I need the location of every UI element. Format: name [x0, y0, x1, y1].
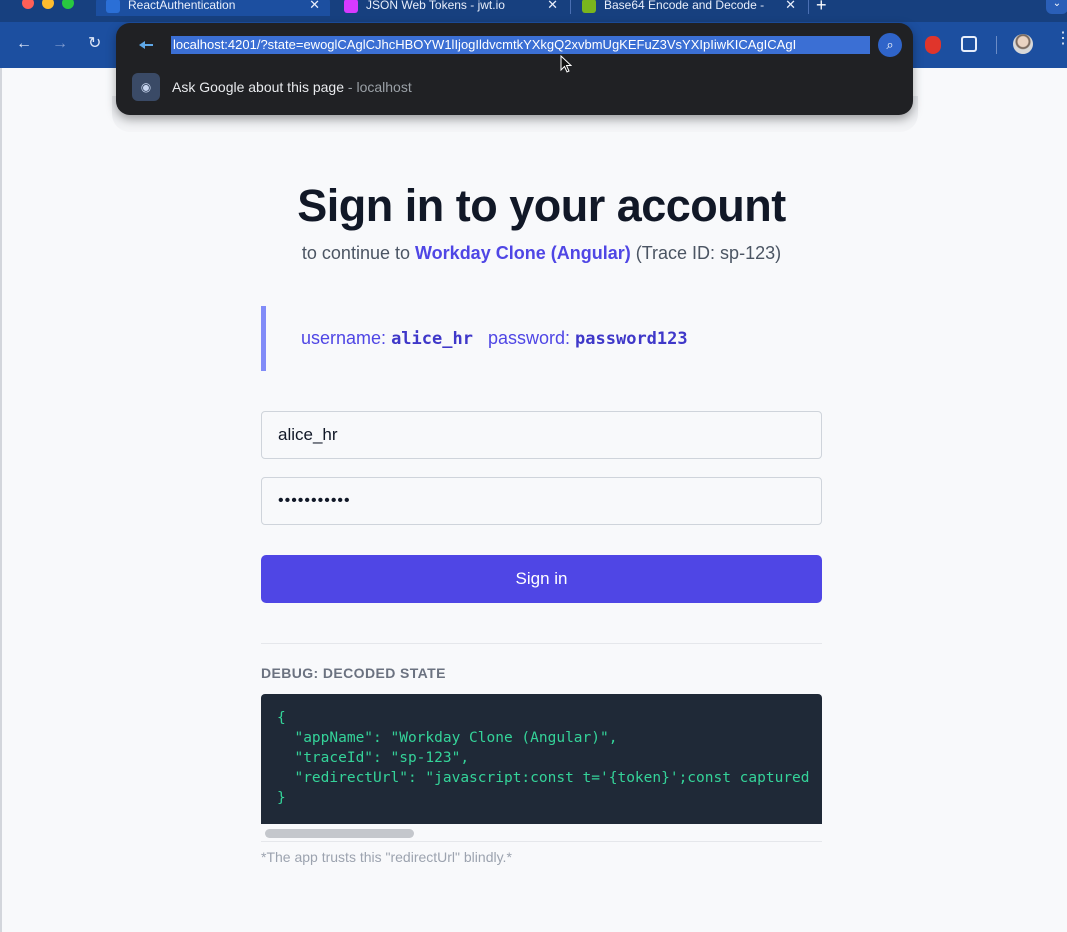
code-line: "traceId": "sp-123", [277, 750, 470, 766]
tab-close-icon[interactable]: ✕ [785, 0, 796, 13]
code-content: { "appName": "Workday Clone (Angular)", … [277, 708, 810, 808]
omnibox-dropdown: localhost:4201/?state=ewoglCAglCJhcHBOYW… [116, 23, 913, 115]
tab-base64[interactable]: Base64 Encode and Decode - ✕ [572, 0, 806, 16]
reload-icon[interactable]: ↻ [88, 35, 101, 53]
code-line: "appName": "Workday Clone (Angular)", [277, 730, 618, 746]
trace-id: (Trace ID: sp-123) [635, 243, 782, 263]
code-line: "redirectUrl": "javascript:const t='{tok… [277, 770, 810, 786]
page-title: Sign in to your account [297, 180, 786, 231]
scrollbar-thumb[interactable] [265, 829, 414, 838]
new-tab-button[interactable]: + [816, 0, 827, 16]
site-info-icon[interactable] [138, 39, 154, 51]
browser-menu-icon[interactable]: ⋮ [1055, 31, 1067, 47]
decoded-state-code-block: { "appName": "Workday Clone (Angular)", … [261, 694, 822, 824]
code-horizontal-scrollbar[interactable] [261, 824, 822, 842]
tab-close-icon[interactable]: ✕ [547, 0, 558, 13]
address-bar-input[interactable]: localhost:4201/?state=ewoglCAglCJhcHBOYW… [171, 36, 870, 54]
ask-google-icon: ◉ [132, 73, 160, 101]
credentials-hint: username: alice_hr password: password123 [261, 306, 821, 371]
window-minimize-button[interactable] [42, 0, 54, 9]
omnibox-suggestion[interactable]: Ask Google about this page - localhost [172, 79, 412, 95]
page-subtitle: to continue to Workday Clone (Angular) (… [0, 243, 1067, 264]
code-line: { [277, 710, 286, 726]
tab-title: ReactAuthentication [128, 0, 236, 12]
mouse-cursor-icon [560, 55, 572, 73]
username-input[interactable]: alice_hr [261, 411, 822, 459]
hint-password-label: password: [487, 328, 571, 348]
divider [261, 643, 822, 644]
tab-strip: ReactAuthentication ✕ JSON Web Tokens - … [0, 0, 1067, 22]
tab-search-icon[interactable]: ⌄ [1046, 0, 1067, 14]
hint-username-value: alice_hr [391, 329, 473, 349]
password-input[interactable]: ••••••••••• [261, 477, 822, 525]
window-zoom-button[interactable] [62, 0, 74, 9]
tab-favicon-icon [344, 0, 358, 13]
tab-separator [808, 0, 809, 14]
suggestion-text: Ask Google about this page [172, 79, 345, 95]
tab-close-icon[interactable]: ✕ [309, 0, 320, 13]
tab-title: JSON Web Tokens - jwt.io [366, 0, 505, 12]
hint-username-label: username: [301, 328, 387, 348]
hint-password-value: password123 [575, 329, 688, 349]
forward-icon[interactable]: → [52, 35, 68, 53]
search-lens-icon[interactable]: ⌕ [878, 33, 902, 57]
toolbar-separator [996, 36, 997, 54]
back-icon[interactable]: ← [16, 35, 32, 53]
tab-react-authentication[interactable]: ReactAuthentication ✕ [96, 0, 330, 16]
subtitle-prefix: to continue to [301, 243, 410, 263]
tab-separator [570, 0, 571, 14]
extensions-puzzle-icon[interactable] [961, 36, 977, 52]
debug-footnote: *The app trusts this "redirectUrl" blind… [261, 849, 512, 865]
tab-jwt-io[interactable]: JSON Web Tokens - jwt.io ✕ [334, 0, 568, 16]
suggestion-suffix: - localhost [347, 79, 412, 95]
debug-label: DEBUG: DECODED STATE [261, 665, 446, 681]
profile-avatar[interactable] [1013, 34, 1033, 54]
window-close-button[interactable] [22, 0, 34, 9]
extension-icon[interactable] [925, 36, 941, 54]
tab-favicon-icon [106, 0, 120, 13]
tab-title: Base64 Encode and Decode - [604, 0, 765, 12]
sign-in-button[interactable]: Sign in [261, 555, 822, 603]
tab-favicon-icon [582, 0, 596, 13]
code-line: } [277, 790, 286, 806]
app-name: Workday Clone (Angular) [415, 243, 631, 263]
